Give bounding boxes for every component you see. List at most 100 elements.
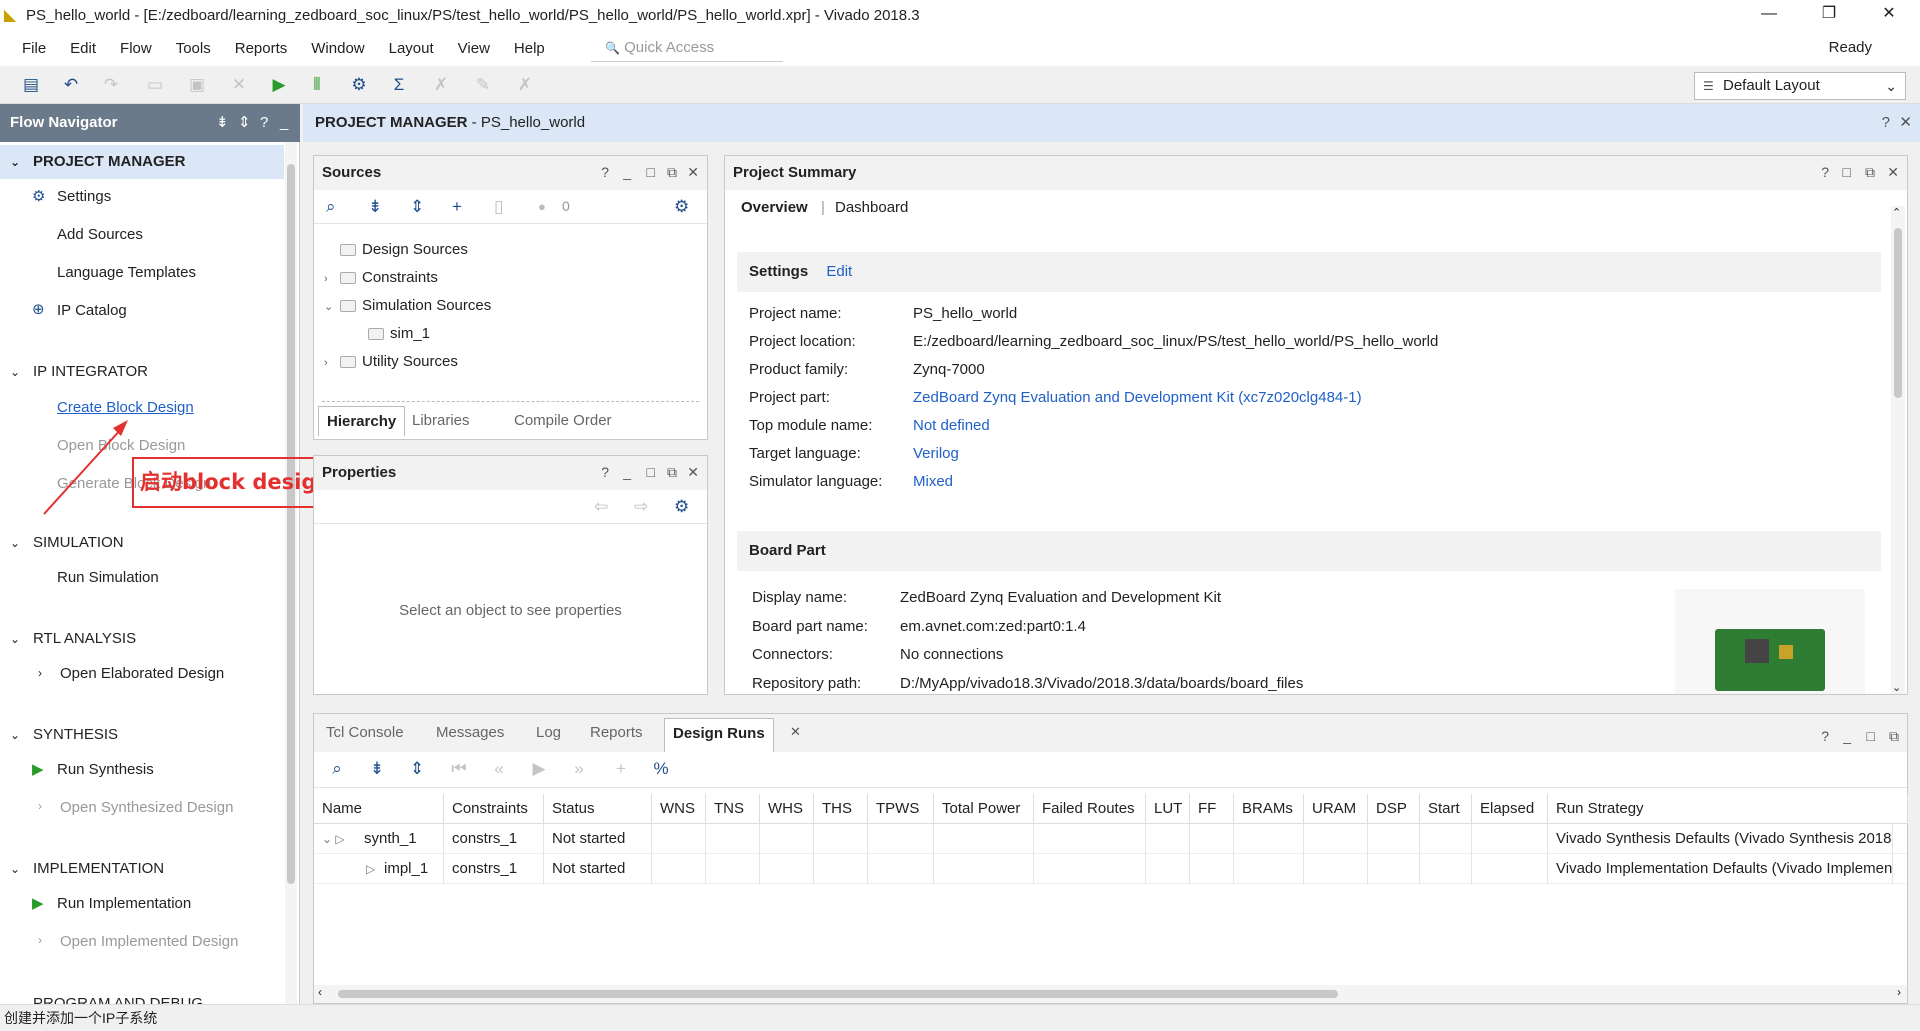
program-device-icon[interactable]: ⫴ — [306, 74, 328, 96]
redo-icon[interactable]: ↷ — [100, 74, 122, 96]
horizontal-scrollbar[interactable]: ‹ › — [314, 985, 1907, 1003]
tool-icon[interactable]: ✗ — [514, 74, 536, 96]
paste-icon[interactable]: ▣ — [186, 74, 208, 96]
maximize-icon[interactable]: □ — [1867, 728, 1875, 744]
tab-tcl-console[interactable]: Tcl Console — [318, 718, 412, 748]
play-icon[interactable]: ▶ — [528, 758, 550, 780]
tree-simulation-sources[interactable]: ⌄ Simulation Sources — [324, 292, 491, 320]
column-header[interactable]: WNS — [652, 794, 706, 824]
tab-dashboard[interactable]: Dashboard — [835, 190, 908, 226]
column-header[interactable]: Failed Routes — [1034, 794, 1146, 824]
column-header[interactable]: TPWS — [868, 794, 934, 824]
table-row[interactable]: ⌄ ▷ synth_1 constrs_1 Not started Vivado Syn… — [314, 824, 1907, 854]
menu-file[interactable]: File — [10, 40, 58, 57]
section-program-and-debug[interactable]: ⌄ PROGRAM AND DEBUG — [0, 987, 284, 1004]
undo-icon[interactable]: ↶ — [60, 74, 82, 96]
help-icon[interactable]: ? — [1882, 104, 1890, 142]
float-icon[interactable]: ⧉ — [667, 164, 677, 181]
sigma-icon[interactable]: Σ — [388, 74, 410, 96]
nav-open-synthesized-design[interactable]: Open Synthesized Design — [60, 793, 233, 823]
nav-run-implementation[interactable]: Run Implementation — [57, 889, 191, 919]
column-header[interactable]: Name — [314, 794, 444, 824]
close-icon[interactable]: ✕ — [1887, 164, 1899, 181]
section-implementation[interactable]: ⌄ IMPLEMENTATION — [0, 852, 284, 886]
tree-sim-1[interactable]: sim_1 — [352, 320, 430, 348]
search-icon[interactable]: ⌕ — [326, 197, 336, 217]
menu-tools[interactable]: Tools — [164, 40, 223, 57]
rewind-icon[interactable]: « — [488, 758, 510, 780]
section-rtl-analysis[interactable]: ⌄ RTL ANALYSIS — [0, 622, 284, 656]
settings-value[interactable]: Verilog — [913, 440, 959, 468]
section-simulation[interactable]: ⌄ SIMULATION — [0, 526, 284, 560]
layout-dropdown[interactable]: ☰ Default Layout ⌄ — [1694, 72, 1906, 100]
close-button[interactable]: ✕ — [1860, 0, 1918, 30]
first-icon[interactable]: ⏮ — [448, 758, 470, 780]
column-header[interactable]: Total Power — [934, 794, 1034, 824]
tab-messages[interactable]: Messages — [428, 718, 512, 748]
close-tab-icon[interactable]: ✕ — [790, 724, 801, 740]
nav-run-synthesis[interactable]: Run Synthesis — [57, 755, 154, 785]
minimize-panel-icon[interactable]: _ — [280, 104, 288, 142]
section-synthesis[interactable]: ⌄ SYNTHESIS — [0, 718, 284, 752]
menu-flow[interactable]: Flow — [108, 40, 164, 57]
column-header[interactable]: DSP — [1368, 794, 1420, 824]
fast-forward-icon[interactable]: » — [568, 758, 590, 780]
flow-navigator-scrollbar[interactable] — [285, 142, 297, 1004]
tab-libraries[interactable]: Libraries — [404, 406, 478, 436]
expand-icon[interactable]: ⇕ — [238, 104, 251, 142]
tab-compile-order[interactable]: Compile Order — [506, 406, 620, 436]
help-icon[interactable]: ? — [601, 464, 609, 480]
debug-icon[interactable]: ✗ — [430, 74, 452, 96]
menu-view[interactable]: View — [446, 40, 502, 57]
nav-run-simulation[interactable]: Run Simulation — [57, 563, 159, 593]
column-header[interactable]: Run Strategy — [1548, 794, 1908, 824]
column-header[interactable]: THS — [814, 794, 868, 824]
expand-all-icon[interactable]: ⇕ — [410, 197, 424, 217]
float-icon[interactable]: ⧉ — [1889, 728, 1899, 745]
tab-design-runs[interactable]: Design Runs — [664, 718, 774, 752]
collapse-all-icon[interactable]: ⇟ — [366, 758, 388, 780]
gear-icon[interactable]: ⚙ — [674, 497, 689, 517]
column-header[interactable]: WHS — [760, 794, 814, 824]
quick-access-input[interactable]: 🔍 Quick Access — [591, 36, 783, 62]
tab-log[interactable]: Log — [528, 718, 569, 748]
add-icon[interactable]: + — [610, 758, 632, 780]
section-ip-integrator[interactable]: ⌄ IP INTEGRATOR — [0, 355, 284, 389]
column-header[interactable]: BRAMs — [1234, 794, 1304, 824]
tree-design-sources[interactable]: Design Sources — [324, 236, 468, 264]
column-header[interactable]: URAM — [1304, 794, 1368, 824]
chevron-down-icon[interactable]: ⌄ ▷ — [322, 824, 364, 854]
add-icon[interactable]: + — [452, 197, 462, 217]
help-icon[interactable]: ? — [260, 104, 268, 142]
float-icon[interactable]: ⧉ — [1865, 164, 1875, 181]
help-icon[interactable]: ? — [601, 164, 609, 180]
maximize-icon[interactable]: □ — [647, 464, 655, 480]
copy-icon[interactable]: ▭ — [144, 74, 166, 96]
minimize-icon[interactable]: _ — [623, 164, 631, 180]
run-icon[interactable]: ▶ — [268, 74, 290, 96]
restore-button[interactable]: ❐ — [1800, 0, 1858, 30]
back-arrow-icon[interactable]: ⇦ — [594, 497, 608, 517]
table-row[interactable]: ▷ impl_1 constrs_1 Not started Vivado Implem… — [314, 854, 1907, 884]
column-header[interactable]: LUT — [1146, 794, 1190, 824]
column-header[interactable]: FF — [1190, 794, 1234, 824]
tree-constraints[interactable]: › Constraints — [324, 264, 438, 292]
float-icon[interactable]: ⧉ — [667, 464, 677, 481]
settings-gear-icon[interactable]: ⚙ — [348, 74, 370, 96]
run-state-icon[interactable]: ▷ — [322, 854, 384, 884]
nav-create-block-design[interactable]: Create Block Design — [57, 393, 194, 423]
section-project-manager[interactable]: ⌄ PROJECT MANAGER — [0, 145, 284, 179]
nav-add-sources[interactable]: Add Sources — [57, 220, 143, 250]
menu-layout[interactable]: Layout — [377, 40, 446, 57]
expand-all-icon[interactable]: ⇕ — [406, 758, 428, 780]
column-header[interactable]: Elapsed — [1472, 794, 1548, 824]
column-header[interactable]: Status — [544, 794, 652, 824]
collapse-all-icon[interactable]: ⇟ — [216, 104, 229, 142]
help-icon[interactable]: ? — [1821, 728, 1829, 744]
forward-arrow-icon[interactable]: ⇨ — [634, 497, 648, 517]
tab-hierarchy[interactable]: Hierarchy — [318, 406, 406, 436]
settings-value[interactable]: Not defined — [913, 412, 990, 440]
column-header[interactable]: Start — [1420, 794, 1472, 824]
maximize-icon[interactable]: □ — [647, 164, 655, 180]
gear-icon[interactable]: ⚙ — [674, 197, 689, 217]
